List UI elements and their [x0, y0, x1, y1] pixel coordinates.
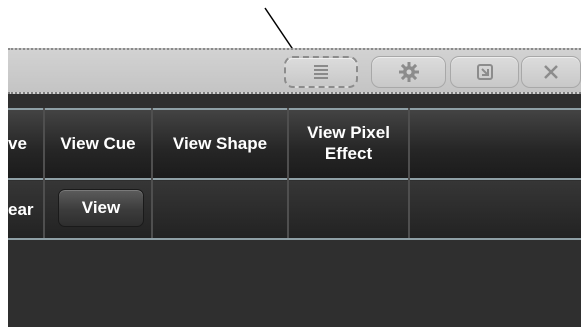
row-cell-view-shape[interactable] — [153, 180, 287, 238]
menu-button[interactable] — [284, 56, 358, 88]
row-cell-view-pixel-effect[interactable] — [289, 180, 408, 238]
grid-line — [8, 238, 581, 240]
column-header-view-shape[interactable]: View Shape — [153, 108, 287, 178]
close-button[interactable] — [521, 56, 581, 88]
view-cue-button[interactable]: View — [58, 189, 144, 227]
column-header-view-cue[interactable]: View Cue — [45, 108, 151, 178]
column-header-empty — [410, 108, 581, 178]
settings-button[interactable] — [371, 56, 446, 88]
window-titlebar — [8, 48, 581, 94]
menu-icon — [312, 63, 330, 81]
restore-button[interactable] — [450, 56, 519, 88]
column-header-move[interactable]: ve — [8, 108, 43, 178]
close-icon — [542, 63, 560, 81]
gear-icon — [398, 61, 420, 83]
row-cell-view-cue: View — [8, 180, 151, 238]
cue-grid: ve View Cue View Shape View Pixel Effect… — [8, 108, 581, 240]
app-window: ve View Cue View Shape View Pixel Effect… — [8, 48, 581, 327]
restore-icon — [475, 62, 495, 82]
column-header-view-pixel-effect[interactable]: View Pixel Effect — [289, 108, 408, 178]
